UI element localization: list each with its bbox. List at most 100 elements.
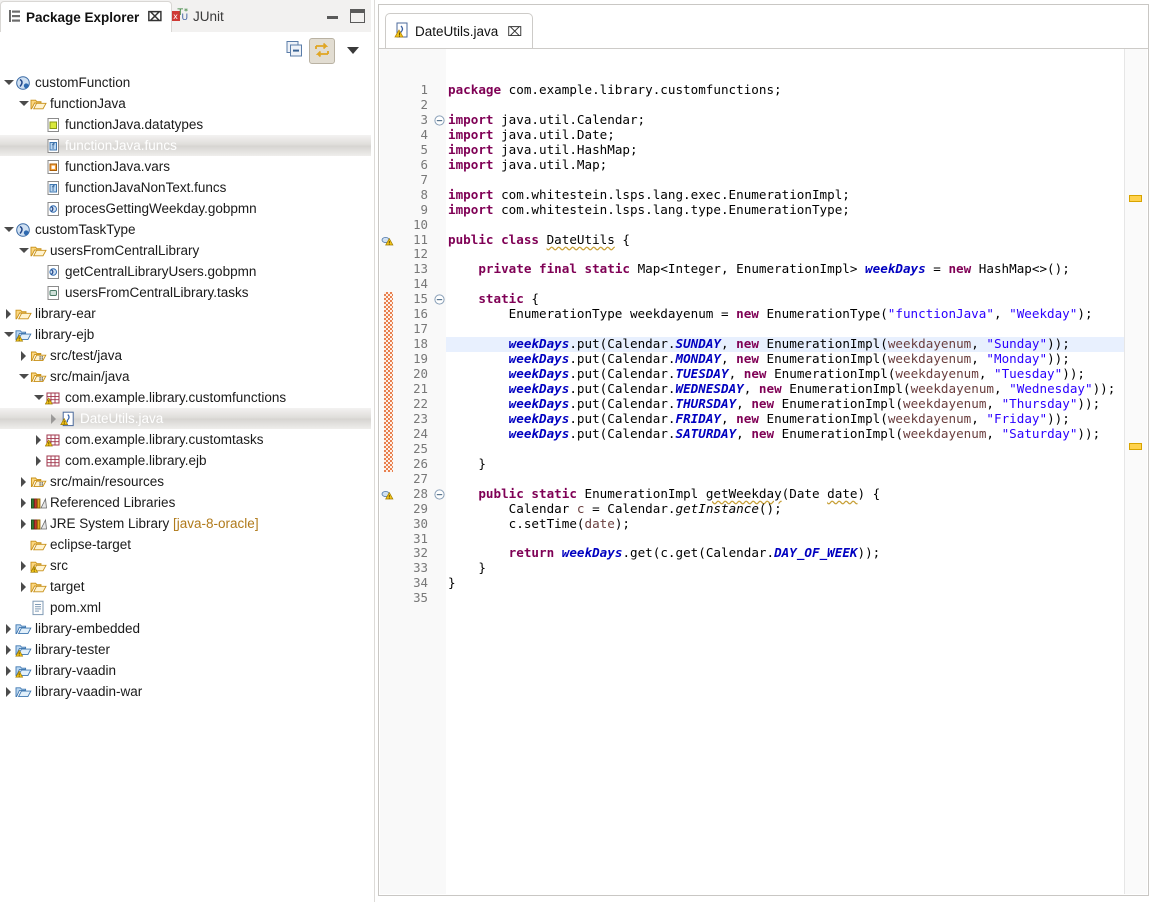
code-line[interactable]: [446, 277, 1125, 292]
close-icon[interactable]: ⌧: [507, 24, 522, 40]
tree-item[interactable]: src/test/java: [0, 345, 371, 366]
twisty-expanded-icon[interactable]: [3, 77, 14, 88]
maximize-icon[interactable]: [350, 9, 365, 23]
twisty-collapsed-icon[interactable]: [33, 434, 44, 445]
code-line[interactable]: weekDays.put(Calendar.WEDNESDAY, new Enu…: [446, 381, 1125, 397]
twisty-expanded-icon[interactable]: [3, 224, 14, 235]
tree-item[interactable]: usersFromCentralLibrary: [0, 240, 371, 261]
code-line[interactable]: [446, 218, 1125, 233]
tree-item[interactable]: library-tester: [0, 639, 371, 660]
tree-item[interactable]: library-embedded: [0, 618, 371, 639]
tree-item[interactable]: com.example.library.customtasks: [0, 429, 371, 450]
tree-item[interactable]: src/main/resources: [0, 471, 371, 492]
twisty-collapsed-icon[interactable]: [3, 308, 14, 319]
tree-item[interactable]: Referenced Libraries: [0, 492, 371, 513]
overview-warning-marker[interactable]: [1129, 195, 1142, 202]
tree-item[interactable]: customTaskType: [0, 219, 371, 240]
source-text[interactable]: package com.example.library.customfuncti…: [446, 49, 1125, 894]
project-tree[interactable]: customFunction functionJava functionJava.d…: [0, 72, 371, 708]
code-line[interactable]: Calendar c = Calendar.getInstance();: [446, 501, 1125, 517]
overview-warning-marker[interactable]: [1129, 443, 1142, 450]
close-icon[interactable]: ⌧: [147, 9, 162, 25]
twisty-expanded-icon[interactable]: [18, 245, 29, 256]
tree-item[interactable]: f functionJava.funcs: [0, 135, 371, 156]
code-line[interactable]: weekDays.put(Calendar.MONDAY, new Enumer…: [446, 351, 1125, 367]
tree-item[interactable]: DateUtils.java: [0, 408, 371, 429]
code-line[interactable]: return weekDays.get(c.get(Calendar.DAY_O…: [446, 545, 1125, 561]
code-line[interactable]: import com.whitestein.lsps.lang.exec.Enu…: [446, 187, 1125, 203]
twisty-collapsed-icon[interactable]: [18, 350, 29, 361]
code-line[interactable]: weekDays.put(Calendar.TUESDAY, new Enume…: [446, 366, 1125, 382]
tree-item[interactable]: library-vaadin-war: [0, 681, 371, 702]
tab-package-explorer[interactable]: Package Explorer ⌧: [0, 1, 173, 32]
tree-item[interactable]: usersFromCentralLibrary.tasks: [0, 282, 371, 303]
tree-item[interactable]: target: [0, 576, 371, 597]
twisty-collapsed-icon[interactable]: [18, 497, 29, 508]
twisty-collapsed-icon[interactable]: [18, 560, 29, 571]
tree-item[interactable]: JRE System Library [java-8-oracle]: [0, 513, 371, 534]
tree-item[interactable]: f functionJavaNonText.funcs: [0, 177, 371, 198]
tree-item[interactable]: library-vaadin: [0, 660, 371, 681]
tree-item[interactable]: functionJava.vars: [0, 156, 371, 177]
twisty-collapsed-icon[interactable]: [3, 644, 14, 655]
link-with-editor-button[interactable]: [309, 38, 335, 64]
code-line[interactable]: import java.util.HashMap;: [446, 142, 1125, 158]
code-line[interactable]: weekDays.put(Calendar.SATURDAY, new Enum…: [446, 426, 1125, 442]
code-line[interactable]: import java.util.Map;: [446, 157, 1125, 173]
twisty-collapsed-icon[interactable]: [48, 413, 59, 424]
code-line[interactable]: [446, 591, 1125, 606]
folding-gutter[interactable]: [432, 49, 447, 894]
code-line[interactable]: private final static Map<Integer, Enumer…: [446, 261, 1125, 277]
twisty-expanded-icon[interactable]: [33, 392, 44, 403]
tree-item[interactable]: customFunction: [0, 72, 371, 93]
code-line[interactable]: weekDays.put(Calendar.FRIDAY, new Enumer…: [446, 411, 1125, 427]
warning-marker-icon[interactable]: [381, 488, 395, 502]
twisty-collapsed-icon[interactable]: [18, 581, 29, 592]
tree-item[interactable]: library-ejb: [0, 324, 371, 345]
code-line[interactable]: }: [446, 575, 1125, 591]
twisty-expanded-icon[interactable]: [3, 329, 14, 340]
collapse-all-button[interactable]: [283, 38, 309, 64]
twisty-collapsed-icon[interactable]: [18, 518, 29, 529]
code-line[interactable]: import com.whitestein.lsps.lang.type.Enu…: [446, 202, 1125, 218]
tree-item[interactable]: functionJava.datatypes: [0, 114, 371, 135]
code-line[interactable]: c.setTime(date);: [446, 516, 1125, 532]
tree-item[interactable]: src: [0, 555, 371, 576]
minimize-icon[interactable]: [325, 9, 340, 23]
tab-dateutils-java[interactable]: ! DateUtils.java ⌧: [385, 13, 534, 49]
twisty-collapsed-icon[interactable]: [33, 455, 44, 466]
code-line[interactable]: import java.util.Date;: [446, 127, 1125, 143]
tree-item[interactable]: eclipse-target: [0, 534, 371, 555]
twisty-collapsed-icon[interactable]: [3, 686, 14, 697]
twisty-collapsed-icon[interactable]: [3, 623, 14, 634]
code-line[interactable]: static {: [446, 291, 1125, 307]
code-line[interactable]: public static EnumerationImpl getWeekday…: [446, 486, 1125, 502]
tree-item[interactable]: functionJava: [0, 93, 371, 114]
code-line[interactable]: EnumerationType weekdayenum = new Enumer…: [446, 306, 1125, 322]
warning-marker-icon[interactable]: [381, 234, 395, 248]
code-line[interactable]: package com.example.library.customfuncti…: [446, 82, 1125, 98]
twisty-expanded-icon[interactable]: [18, 371, 29, 382]
code-line[interactable]: [446, 532, 1125, 547]
code-line[interactable]: }: [446, 560, 1125, 576]
twisty-expanded-icon[interactable]: [18, 98, 29, 109]
tree-item[interactable]: procesGettingWeekday.gobpmn: [0, 198, 371, 219]
view-menu-button[interactable]: [341, 38, 367, 64]
fold-collapse-icon[interactable]: [434, 115, 445, 126]
tree-item[interactable]: getCentralLibraryUsers.gobpmn: [0, 261, 371, 282]
code-line[interactable]: weekDays.put(Calendar.THURSDAY, new Enum…: [446, 396, 1125, 412]
twisty-collapsed-icon[interactable]: [3, 665, 14, 676]
marker-gutter[interactable]: [380, 49, 397, 894]
code-line[interactable]: [446, 472, 1125, 487]
twisty-collapsed-icon[interactable]: [18, 476, 29, 487]
tab-junit[interactable]: x T U * JUnit: [163, 1, 233, 32]
fold-collapse-icon[interactable]: [434, 294, 445, 305]
code-line[interactable]: }: [446, 456, 1125, 472]
tree-item[interactable]: src/main/java: [0, 366, 371, 387]
code-line[interactable]: [446, 247, 1125, 262]
code-line[interactable]: [446, 442, 1125, 457]
overview-ruler[interactable]: [1124, 49, 1147, 894]
tree-item[interactable]: pom.xml: [0, 597, 371, 618]
fold-collapse-icon[interactable]: [434, 489, 445, 500]
code-line[interactable]: public class DateUtils {: [446, 232, 1125, 248]
